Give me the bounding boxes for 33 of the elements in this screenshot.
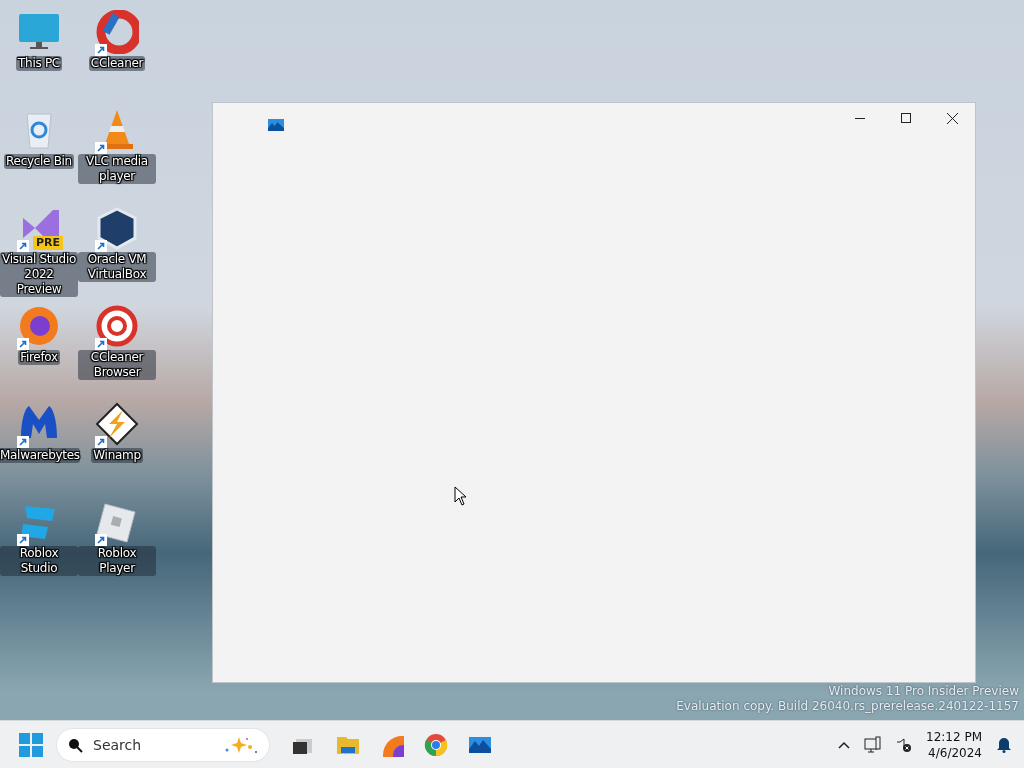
search-input[interactable]: Search [91,735,213,754]
search-icon [67,736,83,753]
icon-label: Firefox [18,350,60,365]
bell-icon[interactable] [996,736,1012,753]
speaker-muted-icon[interactable] [896,736,912,753]
icon-label: This PC [16,56,62,71]
windows-logo-icon[interactable] [19,732,43,757]
icon-label: Winamp [91,448,143,463]
clock[interactable]: 12:12 PM 4/6/2024 [926,728,982,761]
icon-label: VLC media player [78,154,156,184]
icon-label: Recycle Bin [4,154,74,169]
watermark-text: Evaluation copy. Build 26040.rs_prerelease.240122-1157 [676,699,1019,714]
watermark-text: Windows 11 Pro Insider Preview [828,684,1019,699]
icon-label: Oracle VM VirtualBox [78,252,156,282]
cube-icon[interactable] [95,206,139,250]
icon-label: Roblox Studio [0,546,78,576]
icon-label: CCleaner [88,56,146,71]
lightning-bolt-icon[interactable] [95,402,139,446]
clock-date: 4/6/2024 [928,744,982,761]
search-field[interactable]: Search [56,727,270,762]
preview-badge: PRE [32,236,63,250]
icon-label: CCleaner Browser [78,350,156,380]
mouse-cursor-icon [454,486,467,506]
network-icon[interactable] [864,735,882,754]
clock-time: 12:12 PM [926,728,982,745]
chrome-circle-icon[interactable] [424,732,448,757]
chevron-up-icon[interactable] [838,740,850,749]
close-icon [946,112,958,124]
icon-label: Malwarebytes [0,448,80,463]
photo-icon [268,119,284,131]
maximize-icon [901,113,911,123]
icon-label: Roblox Player [78,546,156,576]
icon-label: Visual Studio 2022 Preview [0,252,78,297]
